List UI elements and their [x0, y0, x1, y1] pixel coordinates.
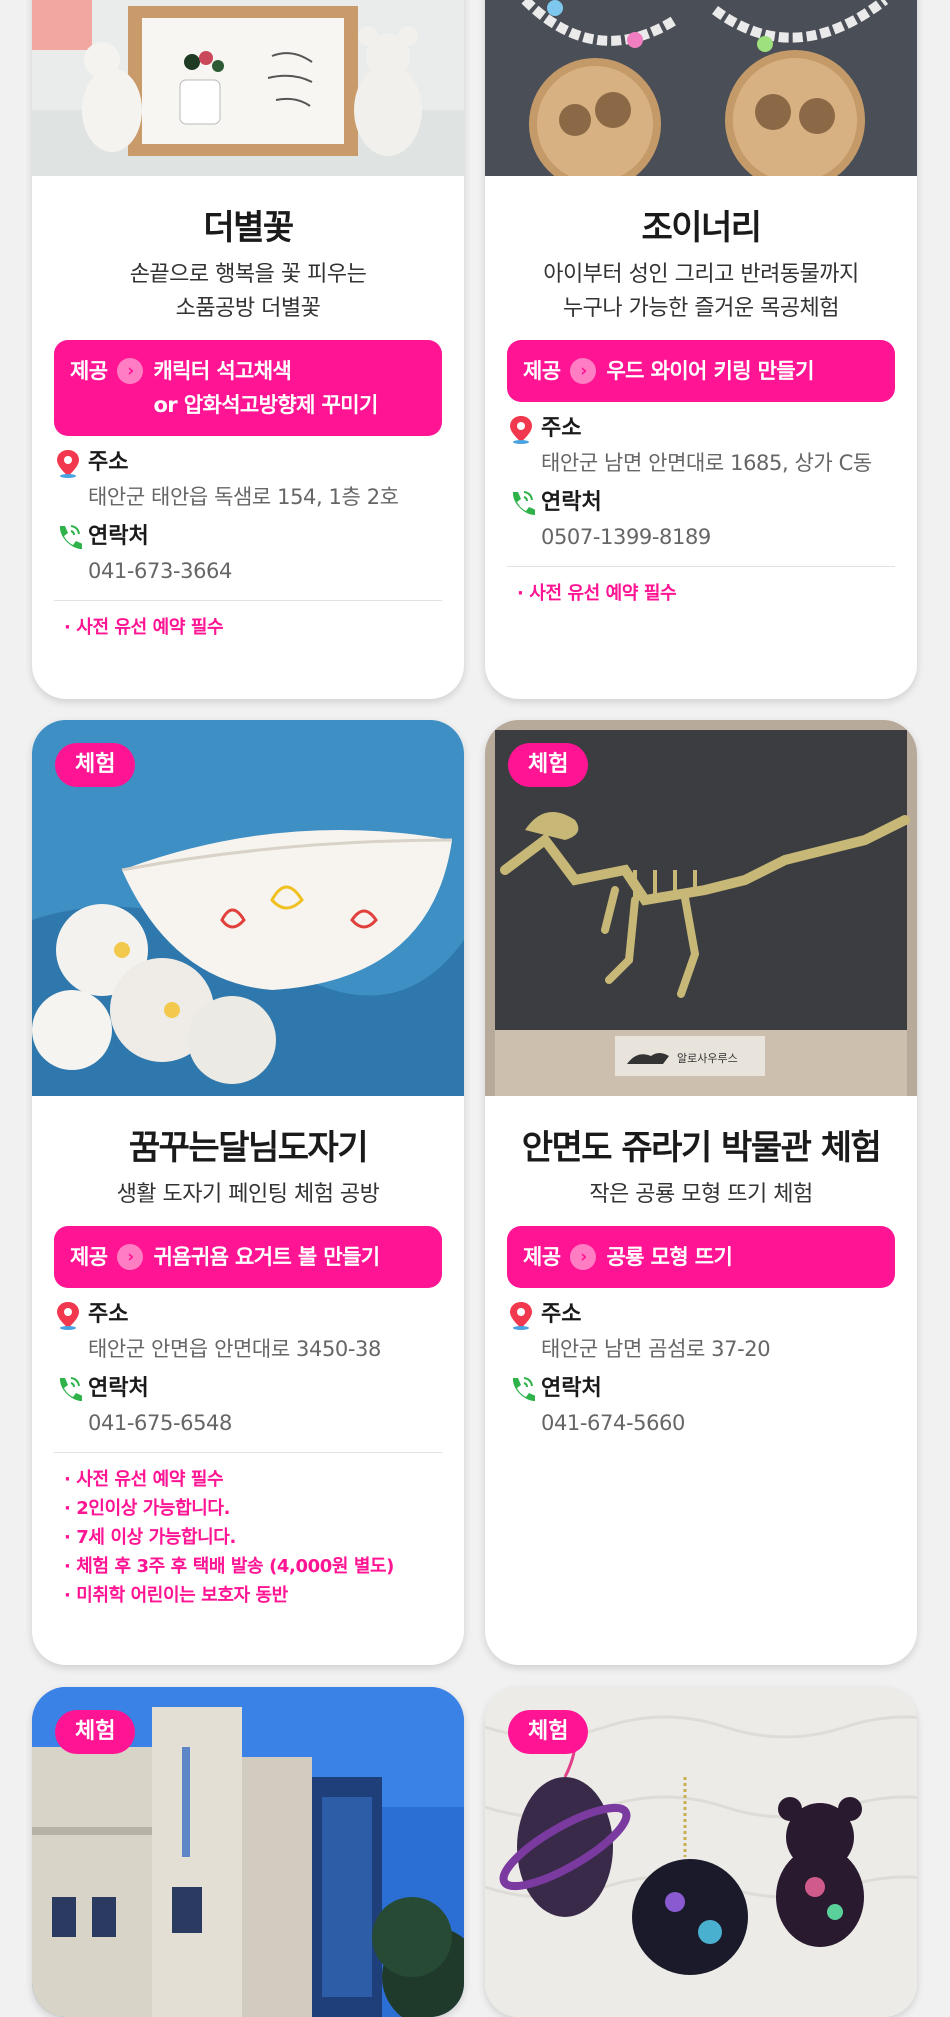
- chevron-right-icon: ›: [570, 358, 597, 384]
- note-item: · 7세 이상 가능합니다.: [64, 1527, 236, 1548]
- offer-label: 제공: [70, 1245, 108, 1269]
- chevron-right-icon: ›: [570, 1244, 597, 1270]
- address-heading: 주소: [54, 446, 442, 480]
- offer-text: 귀욤귀욤 요거트 볼 만들기: [153, 1245, 380, 1269]
- phone-icon: [59, 1377, 82, 1401]
- map-pin-icon: [57, 1302, 79, 1330]
- plaque-text: 알로사우루스: [677, 1051, 738, 1065]
- workshop-card-building[interactable]: 체험: [32, 1687, 464, 2017]
- chevron-right-icon: ›: [117, 1244, 144, 1270]
- category-badge: 체험: [508, 1710, 589, 1754]
- card-description: 작은 공룡 모형 뜨기 체험: [485, 1178, 917, 1212]
- contact-heading: 연락처: [54, 1372, 442, 1406]
- address-heading: 주소: [507, 412, 895, 446]
- note-item: · 사전 유선 예약 필수: [517, 583, 677, 604]
- map-pin-icon: [510, 1302, 532, 1330]
- phone-icon: [512, 1377, 535, 1401]
- offer-box: 제공 › 귀욤귀욤 요거트 볼 만들기: [54, 1226, 442, 1288]
- offer-box: 제공 › 우드 와이어 키링 만들기: [507, 340, 895, 402]
- card-title: 꿈꾸는달님도자기: [128, 1128, 369, 1168]
- phone-number[interactable]: 0507-1399-8189: [507, 520, 895, 554]
- description-line: 아이부터 성인 그리고 반려동물까지: [543, 262, 859, 287]
- workshop-card-keyrings[interactable]: 체험: [485, 1687, 917, 2017]
- address-value: 태안군 남면 안면대로 1685, 상가 C동: [541, 451, 872, 475]
- contact-heading: 연락처: [54, 520, 442, 554]
- note-item: · 2인이상 가능합니다.: [64, 1498, 231, 1519]
- note-item: · 사전 유선 예약 필수: [64, 1469, 224, 1490]
- address-label: 주소: [88, 450, 129, 475]
- offer-text: 우드 와이어 키링 만들기: [606, 359, 814, 383]
- note-item: · 미취학 어린이는 보호자 동반: [64, 1585, 288, 1606]
- workshop-card-joinery[interactable]: 조이너리 아이부터 성인 그리고 반려동물까지 누구나 가능한 즐거운 목공체험…: [485, 0, 917, 699]
- contact-label: 연락처: [541, 490, 602, 515]
- note-item: · 사전 유선 예약 필수: [64, 617, 224, 638]
- card-title: 더별꽃: [203, 208, 294, 248]
- note-item: · 체험 후 3주 후 택배 발송 (4,000원 별도): [64, 1556, 395, 1577]
- divider: [507, 566, 895, 567]
- contact-heading: 연락처: [507, 1372, 895, 1406]
- card-title: 안면도 쥬라기 박물관 체험: [521, 1128, 882, 1168]
- category-badge: 체험: [55, 743, 136, 787]
- chevron-right-icon: ›: [117, 358, 144, 384]
- info-section: 주소 태안군 남면 안면대로 1685, 상가 C동 연락처 0507-1399…: [507, 412, 895, 554]
- contact-label: 연락처: [88, 1376, 149, 1401]
- address-label: 주소: [541, 416, 582, 441]
- notes: · 사전 유선 예약 필수: [64, 613, 442, 642]
- contact-label: 연락처: [88, 524, 149, 549]
- contact-heading: 연락처: [507, 486, 895, 520]
- card-photo: [32, 0, 464, 176]
- offer-box: 제공 › 공룡 모형 뜨기: [507, 1226, 895, 1288]
- category-badge: 체험: [508, 743, 589, 787]
- address-label: 주소: [88, 1302, 129, 1327]
- info-section: 주소 태안군 태안읍 독샘로 154, 1층 2호 연락처 041-673-36…: [54, 446, 442, 588]
- workshop-card-thebyeolkkot[interactable]: 더별꽃 손끝으로 행복을 꽃 피우는 소품공방 더별꽃 제공 › 캐릭터 석고채…: [32, 0, 464, 699]
- address-value: 태안군 안면읍 안면대로 3450-38: [88, 1337, 381, 1361]
- description-line: 소품공방 더별꽃: [175, 296, 321, 321]
- workshop-card-jurassic-museum[interactable]: 알로사우루스 체험 안면도 쥬라기 박물관 체험 작은 공룡 모형 뜨기 체험 …: [485, 720, 917, 1665]
- address-value: 태안군 남면 곰섬로 37-20: [541, 1337, 771, 1361]
- divider: [54, 600, 442, 601]
- map-pin-icon: [57, 450, 79, 478]
- workshop-card-pottery[interactable]: 체험 꿈꾸는달님도자기 생활 도자기 페인팅 체험 공방 제공 › 귀욤귀욤 요…: [32, 720, 464, 1665]
- info-section: 주소 태안군 안면읍 안면대로 3450-38 연락처 041-675-6548: [54, 1298, 442, 1440]
- card-title: 조이너리: [641, 208, 762, 248]
- notes: · 사전 유선 예약 필수: [517, 579, 895, 608]
- contact-label: 연락처: [541, 1376, 602, 1401]
- phone-icon: [59, 525, 82, 549]
- map-pin-icon: [510, 416, 532, 444]
- card-description: 아이부터 성인 그리고 반려동물까지 누구나 가능한 즐거운 목공체험: [485, 258, 917, 326]
- category-badge: 체험: [55, 1710, 136, 1754]
- info-section: 주소 태안군 남면 곰섬로 37-20 연락처 041-674-5660: [507, 1298, 895, 1440]
- offer-label: 제공: [70, 359, 108, 383]
- offer-label: 제공: [523, 359, 561, 383]
- address-label: 주소: [541, 1302, 582, 1327]
- divider: [54, 1452, 442, 1453]
- address-heading: 주소: [54, 1298, 442, 1332]
- offer-box: 제공 › 캐릭터 석고채색 or 압화석고방향제 꾸미기: [54, 340, 442, 436]
- phone-number[interactable]: 041-673-3664: [54, 554, 442, 588]
- notes: · 사전 유선 예약 필수 · 2인이상 가능합니다. · 7세 이상 가능합니…: [64, 1465, 442, 1610]
- phone-icon: [512, 491, 535, 515]
- description-line: 손끝으로 행복을 꽃 피우는: [129, 262, 367, 287]
- card-photo: [485, 0, 917, 176]
- card-description: 손끝으로 행복을 꽃 피우는 소품공방 더별꽃: [32, 258, 464, 326]
- description-line: 생활 도자기 페인팅 체험 공방: [116, 1182, 380, 1207]
- phone-number[interactable]: 041-675-6548: [54, 1406, 442, 1440]
- address-value: 태안군 태안읍 독샘로 154, 1층 2호: [88, 485, 399, 509]
- card-description: 생활 도자기 페인팅 체험 공방: [32, 1178, 464, 1212]
- offer-text: 캐릭터 석고채색 or 압화석고방향제 꾸미기: [153, 359, 378, 417]
- offer-label: 제공: [523, 1245, 561, 1269]
- address-heading: 주소: [507, 1298, 895, 1332]
- phone-number[interactable]: 041-674-5660: [507, 1406, 895, 1440]
- description-line: 작은 공룡 모형 뜨기 체험: [589, 1182, 813, 1207]
- description-line: 누구나 가능한 즐거운 목공체험: [562, 296, 840, 321]
- offer-text: 공룡 모형 뜨기: [606, 1245, 733, 1269]
